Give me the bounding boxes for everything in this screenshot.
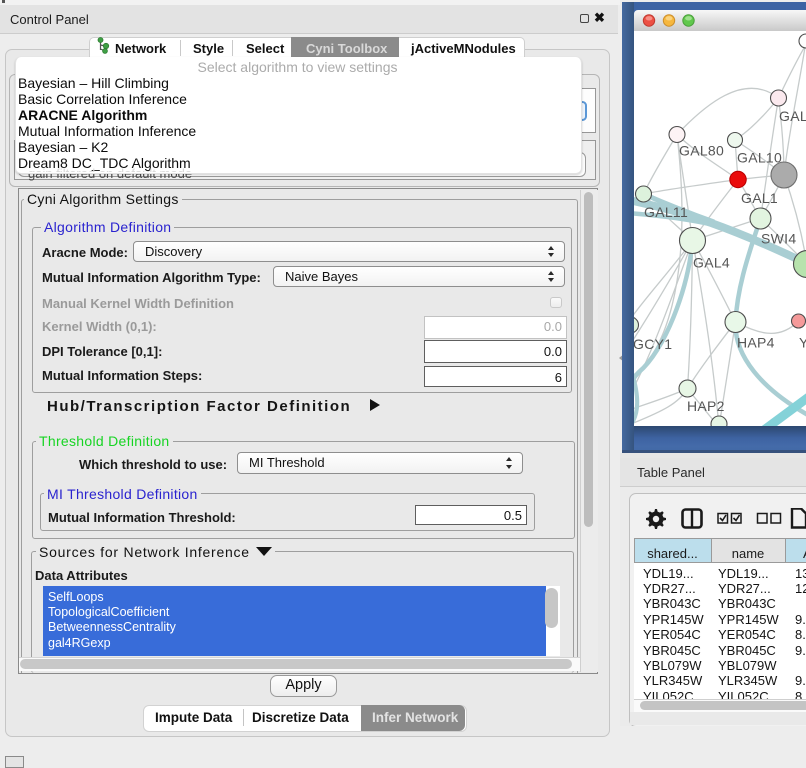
svg-text:GAL1: GAL1 xyxy=(741,190,778,206)
svg-text:GCY1: GCY1 xyxy=(634,336,672,352)
svg-text:GAL80: GAL80 xyxy=(679,143,724,159)
svg-text:GAL11: GAL11 xyxy=(644,204,688,220)
svg-text:Y: Y xyxy=(799,335,806,351)
svg-text:GAL4: GAL4 xyxy=(693,255,730,271)
svg-text:GAL10: GAL10 xyxy=(737,150,782,166)
svg-text:HAP4: HAP4 xyxy=(737,335,775,351)
svg-text:SWI4: SWI4 xyxy=(761,231,796,247)
svg-text:GAL7: GAL7 xyxy=(779,108,806,124)
svg-text:HAP2: HAP2 xyxy=(687,398,725,414)
